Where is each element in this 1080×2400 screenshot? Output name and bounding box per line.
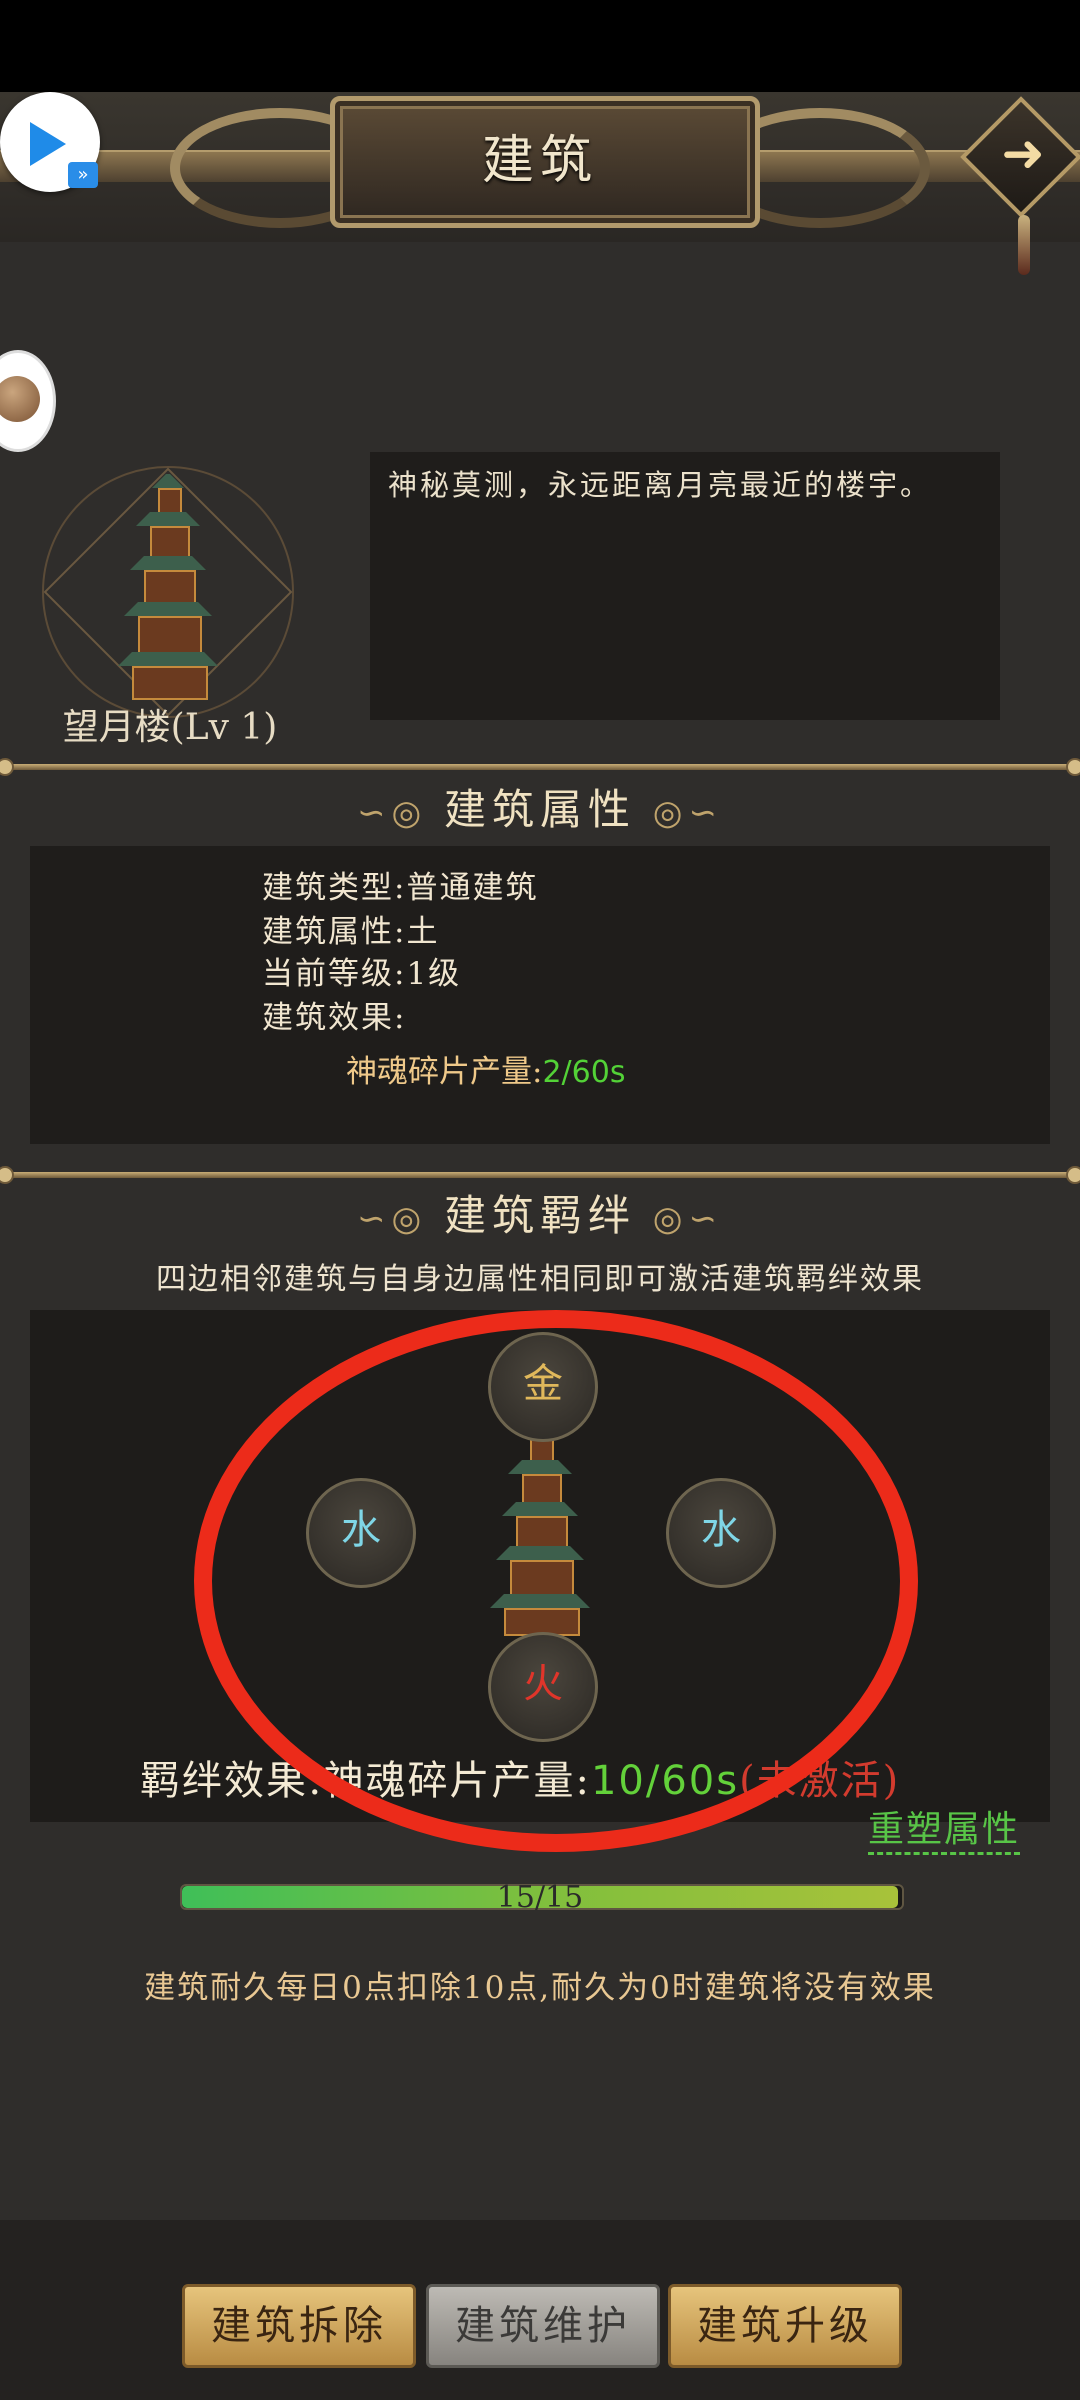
divider-knob — [0, 758, 14, 776]
production-rate: 神魂碎片产量:2/60s — [346, 1054, 626, 1090]
swirl-ornament-right: ◎∽ — [636, 793, 723, 833]
annotation-circle — [194, 1310, 918, 1852]
durability-progress-text: 15/15 — [496, 1880, 584, 1915]
reshape-attribute-link[interactable]: 重塑属性 — [868, 1800, 1021, 1855]
tassel-ornament — [1018, 215, 1030, 275]
maintain-button[interactable]: 建筑维护 — [426, 2284, 660, 2368]
fast-forward-icon: » — [68, 162, 98, 188]
play-icon — [30, 122, 66, 166]
building-name: 望月楼(Lv 1) — [62, 707, 278, 748]
upgrade-button[interactable]: 建筑升级 — [668, 2284, 902, 2368]
status-bar-area — [0, 0, 1080, 92]
attribute-level: 当前等级:1级 — [262, 956, 462, 992]
section-title-bond: ∽◎ 建筑羁绊 ◎∽ — [357, 1191, 723, 1240]
section-divider — [0, 1172, 1080, 1178]
building-description: 神秘莫测，永远距离月亮最近的楼宇。 — [388, 468, 933, 502]
arrow-right-icon: ➜ — [1001, 124, 1045, 184]
swirl-ornament-left: ∽◎ — [357, 1199, 444, 1239]
attribute-effect-label: 建筑效果: — [262, 1000, 407, 1036]
pagoda-icon — [118, 474, 218, 704]
demolish-button[interactable]: 建筑拆除 — [182, 2284, 416, 2368]
attribute-type: 建筑类型:普通建筑 — [262, 870, 539, 906]
attribute-element: 建筑属性:土 — [262, 914, 440, 950]
section-divider — [0, 764, 1080, 770]
swirl-ornament-right: ◎∽ — [636, 1199, 723, 1239]
section-title-attributes: ∽◎ 建筑属性 ◎∽ — [357, 785, 723, 834]
attributes-box — [30, 846, 1050, 1144]
bond-hint: 四边相邻建筑与自身边属性相同即可激活建筑羁绊效果 — [156, 1262, 924, 1297]
swirl-ornament-left: ∽◎ — [357, 793, 444, 833]
divider-knob — [1066, 758, 1080, 776]
page-title: 建筑 — [481, 131, 598, 191]
durability-note: 建筑耐久每日0点扣除10点,耐久为0时建筑将没有效果 — [144, 1970, 936, 2006]
